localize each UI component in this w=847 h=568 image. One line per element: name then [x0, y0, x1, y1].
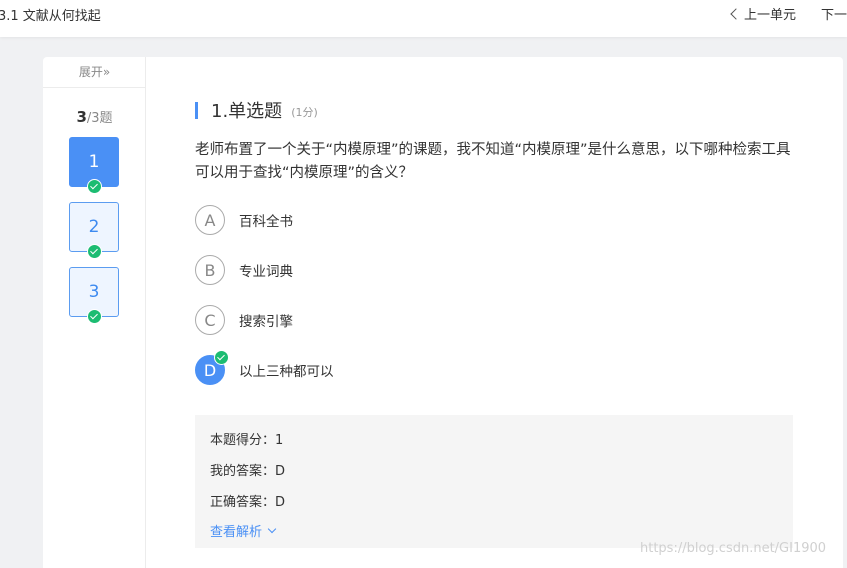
option-text: 搜索引擎: [239, 314, 293, 330]
question-score: (1分): [291, 105, 318, 119]
view-analysis-link[interactable]: 查看解析: [210, 521, 277, 540]
prev-unit-button[interactable]: 上一单元: [730, 4, 797, 23]
option-letter: C: [195, 305, 225, 335]
chevron-down-icon: [267, 524, 277, 534]
question-nav-item-2[interactable]: 2: [69, 202, 119, 259]
watermark: https://blog.csdn.net/GI1900: [640, 541, 827, 556]
option-letter: B: [195, 255, 225, 285]
counter-total: /3题: [86, 111, 113, 126]
my-answer: 我的答案：D: [210, 464, 286, 479]
question-stem: 老师布置了一个关于“内模原理”的课题，我不知道“内模原理”是什么意思，以下哪种检…: [195, 142, 791, 181]
accent-bar: [195, 101, 198, 119]
question-title: 1.单选题: [211, 101, 283, 122]
question-number: 1: [88, 152, 100, 172]
option-text: 以上三种都可以: [239, 364, 334, 380]
option-c[interactable]: C 搜索引擎: [195, 305, 293, 335]
check-icon: [87, 244, 102, 259]
option-letter: D: [195, 350, 229, 385]
expand-button[interactable]: 展开»: [43, 57, 146, 88]
next-unit-button[interactable]: 下一: [821, 4, 847, 23]
option-letter-text: D: [203, 360, 217, 380]
correct-answer: 正确答案：D: [210, 495, 286, 510]
prev-unit-label: 上一单元: [744, 8, 797, 23]
result-panel: 本题得分：1 我的答案：D 正确答案：D 查看解析: [195, 415, 793, 548]
question-card: 展开» 3/3题 1 2 3 1.单选题 (1分) 老师布置了一个关于“内模原理…: [43, 57, 843, 568]
check-icon: [87, 179, 102, 194]
option-letter-text: A: [204, 210, 216, 230]
option-a[interactable]: A 百科全书: [195, 205, 293, 235]
question-header: 1.单选题 (1分): [195, 97, 318, 123]
unit-title: 3.1 文献从何找起: [0, 9, 101, 24]
option-text: 百科全书: [239, 214, 293, 230]
question-nav-item-3[interactable]: 3: [69, 267, 119, 324]
option-letter-text: B: [204, 260, 216, 280]
top-bar: 3.1 文献从何找起 上一单元 下一: [0, 0, 847, 37]
option-text: 专业词典: [239, 264, 293, 280]
progress-counter: 3/3题: [43, 107, 146, 126]
check-icon: [214, 350, 229, 365]
question-nav: 展开» 3/3题 1 2 3: [43, 57, 146, 568]
option-b[interactable]: B 专业词典: [195, 255, 293, 285]
check-icon: [87, 309, 102, 324]
option-letter: A: [195, 205, 225, 235]
question-nav-item-1[interactable]: 1: [69, 137, 119, 194]
option-d[interactable]: D 以上三种都可以: [195, 350, 334, 385]
question-number: 3: [88, 282, 100, 302]
counter-done: 3: [76, 108, 87, 126]
chevron-left-icon: [730, 8, 742, 20]
option-letter-text: C: [204, 310, 216, 330]
score-text: 本题得分：1: [210, 433, 284, 448]
question-number: 2: [88, 217, 100, 237]
view-analysis-label: 查看解析: [210, 525, 263, 540]
